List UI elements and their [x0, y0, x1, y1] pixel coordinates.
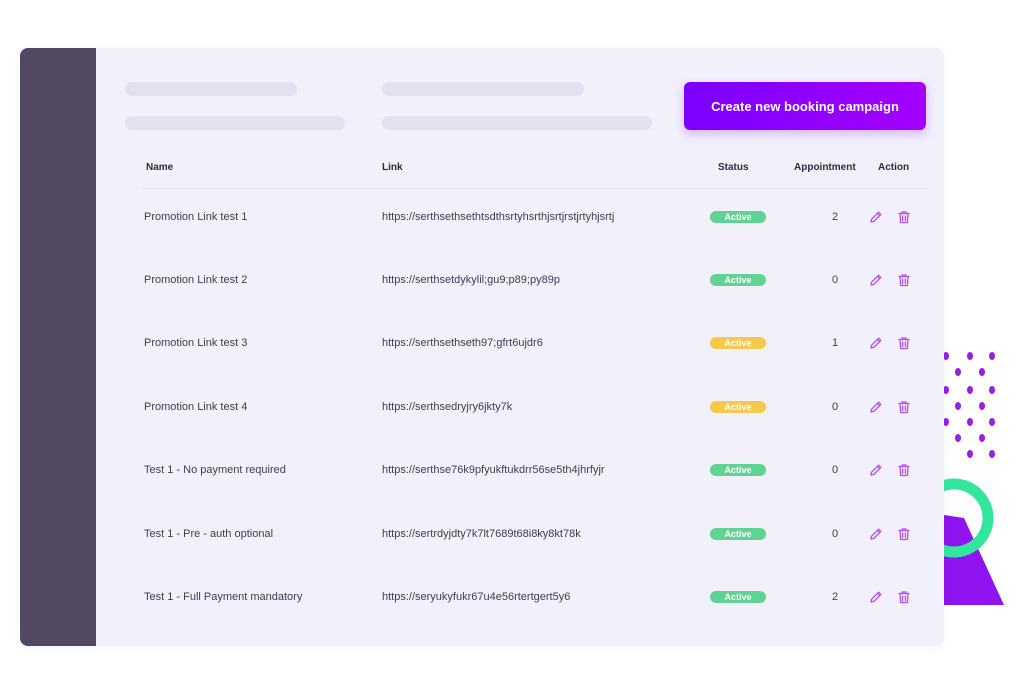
pencil-icon[interactable]	[869, 336, 883, 350]
appointment-count: 1	[831, 337, 839, 350]
skeleton-placeholder	[125, 82, 297, 96]
status-badge: Active	[710, 210, 766, 223]
skeleton-placeholder	[125, 116, 345, 130]
table-row: Test 1 - Full Payment mandatory https://s…	[142, 565, 928, 628]
pencil-icon[interactable]	[869, 463, 883, 477]
status-badge: Active	[710, 273, 766, 286]
table-row: Test 1 - No payment required https://sert…	[142, 439, 928, 502]
trash-icon[interactable]	[897, 400, 911, 414]
appointment-count: 0	[831, 273, 839, 286]
appointment-count: 2	[831, 210, 839, 223]
campaign-name: Test 1 - Full Payment mandatory	[144, 590, 303, 603]
table-row: Promotion Link test 4 https://serthsedryj…	[142, 375, 928, 438]
status-badge: Active	[710, 337, 766, 350]
table-header: Name Link Status Appointment Action	[142, 154, 928, 189]
table-row: Promotion Link test 2 https://serthsetdyk…	[142, 248, 928, 311]
column-header-name: Name	[146, 162, 174, 173]
status-badge: Active	[710, 590, 766, 603]
pencil-icon[interactable]	[869, 527, 883, 541]
status-badge: Active	[710, 400, 766, 413]
column-header-action: Action	[878, 162, 910, 173]
table-row: Test 1 - Pre - auth optional https://sert…	[142, 502, 928, 565]
column-header-link: Link	[382, 162, 403, 173]
appointment-count: 2	[831, 590, 839, 603]
campaign-name: Test 1 - Pre - auth optional	[144, 527, 274, 540]
table-row: Promotion Link test 1 https://serthsethse…	[142, 185, 928, 248]
status-badge: Active	[710, 527, 766, 540]
trash-icon[interactable]	[897, 527, 911, 541]
pencil-icon[interactable]	[869, 210, 883, 224]
campaign-name: Promotion Link test 3	[144, 337, 248, 350]
skeleton-placeholder	[382, 82, 584, 96]
appointment-count: 0	[831, 400, 839, 413]
trash-icon[interactable]	[897, 210, 911, 224]
skeleton-placeholder	[382, 116, 652, 130]
create-booking-campaign-button[interactable]: Create new booking campaign	[684, 82, 926, 130]
campaign-link[interactable]: https://seryukyfukr67u4e56rtertgert5y6	[382, 591, 570, 603]
appointment-count: 0	[831, 464, 839, 477]
status-badge: Active	[710, 464, 766, 477]
trash-icon[interactable]	[897, 590, 911, 604]
decorative-shapes	[930, 340, 1024, 620]
campaign-link[interactable]: https://serthsethseth97;gfrt6ujdr6	[382, 337, 543, 349]
table-row: Promotion Link test 3 https://serthsethse…	[142, 312, 928, 375]
trash-icon[interactable]	[897, 463, 911, 477]
campaign-link[interactable]: https://serthsethsethtsdthsrtyhsrthjsrtj…	[382, 211, 614, 223]
pencil-icon[interactable]	[869, 273, 883, 287]
campaign-name: Promotion Link test 4	[144, 400, 248, 413]
pencil-icon[interactable]	[869, 590, 883, 604]
campaign-name: Test 1 - No payment required	[144, 464, 286, 477]
column-header-appointment: Appointment	[794, 162, 856, 173]
pencil-icon[interactable]	[869, 400, 883, 414]
campaign-name: Promotion Link test 2	[144, 273, 248, 286]
trash-icon[interactable]	[897, 273, 911, 287]
campaign-link[interactable]: https://serthsetdykylil;gu9;p89;py89p	[382, 274, 560, 286]
campaign-link[interactable]: https://sertrdyjdty7k7lt7689t68i8ky8kt78…	[382, 528, 581, 540]
trash-icon[interactable]	[897, 336, 911, 350]
sidebar	[20, 48, 96, 646]
appointment-count: 0	[831, 527, 839, 540]
campaign-link[interactable]: https://serthse76k9pfyukftukdrr56se5th4j…	[382, 464, 605, 476]
column-header-status: Status	[718, 162, 749, 173]
campaign-link[interactable]: https://serthsedryjry6jkty7k	[382, 401, 512, 413]
campaign-name: Promotion Link test 1	[144, 210, 248, 223]
app-window: Create new booking campaign Name Link St…	[20, 48, 944, 646]
